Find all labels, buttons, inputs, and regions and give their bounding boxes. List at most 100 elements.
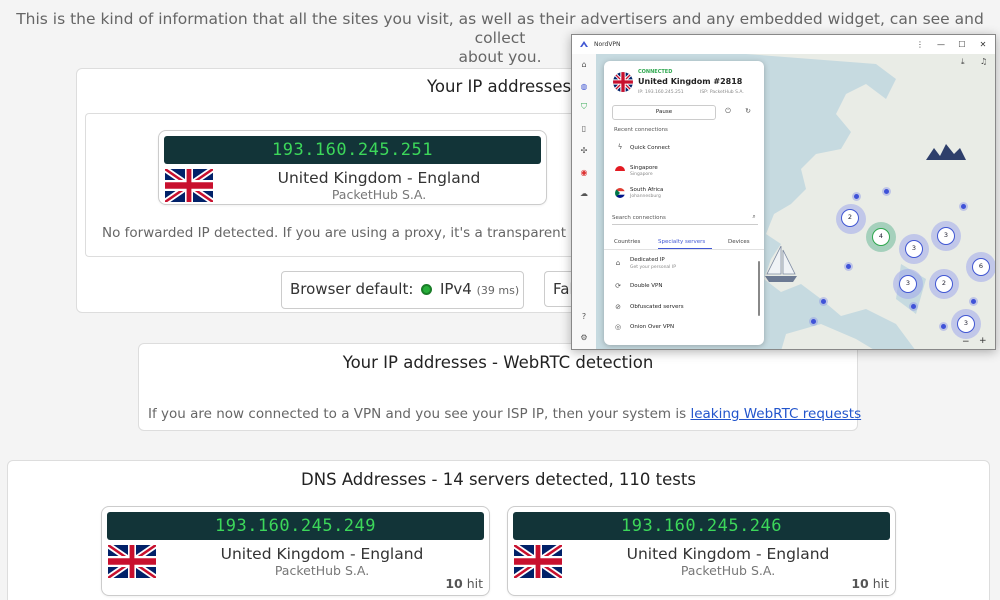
- nordvpn-window-title: NordVPN: [594, 41, 621, 48]
- threat-protection-icon[interactable]: ◉: [579, 168, 589, 178]
- specialty-obfuscated[interactable]: Obfuscated servers: [630, 304, 684, 310]
- map-cluster-marker[interactable]: 3: [957, 315, 975, 333]
- onion-icon: ◎: [614, 323, 622, 331]
- map-server-dot[interactable]: [911, 304, 916, 309]
- search-connections-input[interactable]: Search connections ⌕: [612, 213, 758, 225]
- main-ip-value[interactable]: 193.160.245.251: [164, 136, 541, 164]
- dns-isp-2: PacketHub S.A.: [680, 563, 776, 578]
- map-zoom-in-icon[interactable]: +: [979, 336, 987, 346]
- recent-item-south-africa[interactable]: South Africa: [630, 187, 663, 193]
- window-minimize-icon[interactable]: —: [933, 35, 949, 54]
- map-cluster-marker[interactable]: 2: [841, 209, 859, 227]
- nordvpn-sidebar: ⌂ ◍ ⛉ ▯ ✣ ◉ ☁ ? ⚙: [572, 54, 596, 349]
- recent-item-singapore-city: Singapore: [630, 172, 653, 177]
- help-icon[interactable]: ?: [579, 312, 589, 322]
- map-notification-icon[interactable]: ♫: [980, 57, 987, 66]
- dns-title: DNS Addresses - 14 servers detected, 110…: [301, 470, 696, 489]
- tab-countries[interactable]: Countries: [614, 239, 640, 245]
- map-cluster-marker[interactable]: 3: [899, 275, 917, 293]
- home-icon[interactable]: ⌂: [579, 60, 589, 70]
- recent-connections-label: Recent connections: [614, 127, 668, 133]
- latency-value: (39 ms): [476, 284, 520, 297]
- obfuscated-icon: ⊘: [615, 303, 621, 311]
- dedicated-ip-icon: ⌂: [615, 259, 621, 267]
- south-africa-flag-icon: [615, 188, 625, 198]
- nordvpn-titlebar[interactable]: NordVPN ⋮ — ☐ ✕: [572, 35, 995, 54]
- map-server-dot[interactable]: [811, 319, 816, 324]
- vpn-isp-line: ISP: PacketHub S.A.: [700, 90, 744, 95]
- window-maximize-icon[interactable]: ☐: [954, 35, 970, 54]
- map-server-dot[interactable]: [941, 324, 946, 329]
- webrtc-title: Your IP addresses - WebRTC detection: [342, 353, 654, 372]
- window-options-icon[interactable]: ⋮: [912, 35, 928, 54]
- uk-flag-icon: [613, 72, 633, 92]
- settings-icon[interactable]: ⚙: [579, 333, 589, 343]
- power-icon[interactable]: ⏻: [724, 107, 732, 116]
- map-download-icon[interactable]: ⤓: [961, 57, 965, 67]
- recent-item-singapore[interactable]: Singapore: [630, 165, 658, 171]
- webrtc-note-text: If you are now connected to a VPN and yo…: [148, 406, 691, 422]
- map-server-dot[interactable]: [961, 204, 966, 209]
- globe-icon[interactable]: ◍: [579, 82, 589, 92]
- dns-isp-1: PacketHub S.A.: [274, 563, 370, 578]
- map-server-dot[interactable]: [854, 194, 859, 199]
- map-zoom-out-icon[interactable]: −: [962, 337, 970, 347]
- map-cluster-marker[interactable]: 2: [935, 275, 953, 293]
- shield-icon[interactable]: ⛉: [579, 102, 589, 112]
- uk-flag-icon: [165, 169, 213, 202]
- uk-flag-icon: [108, 545, 156, 578]
- connected-server: United Kingdom #2818: [638, 77, 743, 86]
- dns-server-box-1: 193.160.245.249 United Kingdom - England…: [101, 506, 490, 596]
- nordvpn-window: NordVPN ⋮ — ☐ ✕ ⌂ ◍ ⛉ ▯ ✣ ◉ ☁ ? ⚙ 2 4 3 …: [571, 34, 996, 350]
- meshnet-icon[interactable]: ✣: [579, 146, 589, 156]
- dns-hits-label-1: hit: [466, 576, 483, 591]
- dns-hits-count-1: 10: [445, 576, 463, 591]
- window-close-icon[interactable]: ✕: [975, 35, 991, 54]
- main-ip-location: United Kingdom - England: [277, 169, 481, 187]
- file-icon[interactable]: ▯: [579, 124, 589, 134]
- tab-specialty-servers[interactable]: Specialty servers: [658, 239, 705, 245]
- search-icon[interactable]: ⌕: [750, 213, 758, 221]
- map-server-dot[interactable]: [821, 299, 826, 304]
- map-server-dot[interactable]: [971, 299, 976, 304]
- lightning-icon: ϟ: [617, 143, 623, 151]
- singapore-flag-icon: [615, 166, 625, 176]
- dns-ip-value-2[interactable]: 193.160.245.246: [513, 512, 890, 540]
- refresh-icon[interactable]: ↻: [744, 107, 752, 115]
- double-vpn-icon: ⟳: [615, 282, 621, 290]
- mountain-icon: [926, 144, 966, 160]
- map-cluster-marker[interactable]: 6: [972, 258, 990, 276]
- specialty-dedicated-ip[interactable]: Dedicated IP: [630, 257, 665, 263]
- vpn-ip-line: IP: 193.160.245.251: [638, 90, 684, 95]
- dns-hits-count-2: 10: [851, 576, 869, 591]
- webrtc-note: If you are now connected to a VPN and yo…: [148, 406, 861, 422]
- map-cluster-marker[interactable]: 4: [872, 228, 890, 246]
- leaking-webrtc-link[interactable]: leaking WebRTC requests: [690, 406, 861, 422]
- cloud-icon[interactable]: ☁: [579, 189, 589, 199]
- dns-hits-2: 10 hit: [851, 576, 889, 591]
- pause-button[interactable]: Pause: [612, 105, 716, 120]
- pause-label: Pause: [655, 109, 673, 115]
- connection-panel: CONNECTED United Kingdom #2818 IP: 193.1…: [604, 61, 764, 345]
- sailboat-icon: [765, 245, 797, 282]
- panel-scrollbar[interactable]: [758, 261, 760, 316]
- map-server-dot[interactable]: [846, 264, 851, 269]
- status-ok-icon: [421, 284, 433, 295]
- webrtc-card: Your IP addresses - WebRTC detection If …: [138, 343, 861, 431]
- tab-devices[interactable]: Devices: [728, 239, 750, 245]
- specialty-double-vpn[interactable]: Double VPN: [630, 283, 662, 289]
- dns-server-box-2: 193.160.245.246 United Kingdom - England…: [507, 506, 896, 596]
- specialty-onion[interactable]: Onion Over VPN: [630, 324, 674, 330]
- map-cluster-marker[interactable]: 3: [905, 240, 923, 258]
- protocol-label: IPv4: [439, 280, 472, 298]
- dns-location-1: United Kingdom - England: [220, 545, 424, 563]
- tabs-divider: [604, 249, 764, 250]
- dns-ip-value-1[interactable]: 193.160.245.249: [107, 512, 484, 540]
- quick-connect[interactable]: Quick Connect: [630, 145, 670, 151]
- dns-location-2: United Kingdom - England: [626, 545, 830, 563]
- main-ip-box: 193.160.245.251 United Kingdom - England…: [158, 130, 547, 205]
- map-server-dot[interactable]: [884, 189, 889, 194]
- map-cluster-marker[interactable]: 3: [937, 227, 955, 245]
- browser-default-label: Browser default:: [290, 280, 414, 298]
- main-ip-isp: PacketHub S.A.: [331, 187, 427, 202]
